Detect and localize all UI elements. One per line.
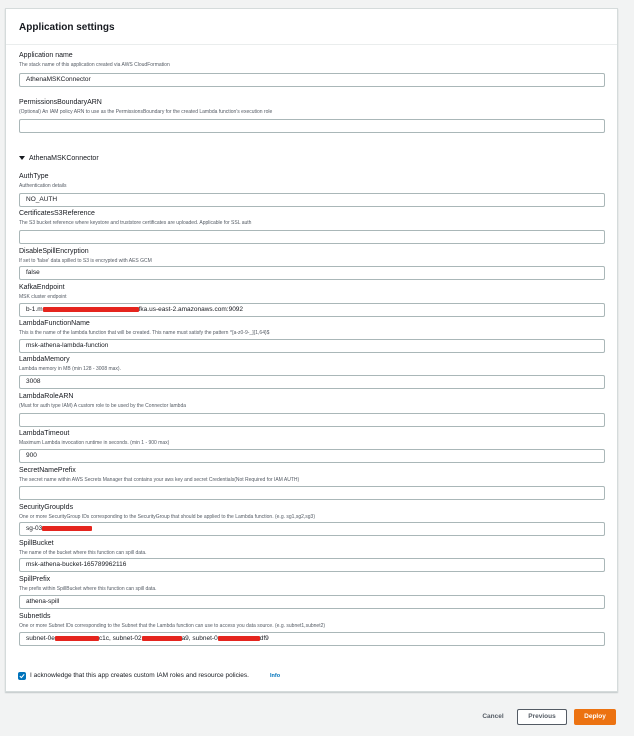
auth-type-label: AuthType — [19, 173, 49, 180]
panel-header: Application settings — [6, 9, 617, 45]
previous-button[interactable]: Previous — [517, 709, 567, 725]
lambda-memory-label: LambdaMemory — [19, 356, 70, 363]
redaction-mark — [141, 635, 182, 641]
lambda-memory-description: Lambda memory in MB (min 128 - 3008 max)… — [19, 366, 121, 372]
redaction-mark — [217, 635, 260, 641]
permissions-boundary-input[interactable] — [19, 119, 605, 133]
kafka-endpoint-label: KafkaEndpoint — [19, 284, 65, 291]
subnet-ids-input[interactable]: subnet-0e c1c, subnet-02 a9, subnet-0 df9 — [19, 632, 605, 646]
secret-name-prefix-label: SecretNamePrefix — [19, 467, 76, 474]
app-name-input[interactable]: AthenaMSKConnector — [19, 73, 605, 87]
spill-prefix-description: The prefix within SpillBucket where this… — [19, 586, 157, 592]
kafka-endpoint-value-prefix: b-1.m — [26, 306, 43, 313]
spill-prefix-input[interactable]: athena-spill — [19, 595, 605, 609]
redaction-mark — [42, 306, 139, 312]
kafka-endpoint-input[interactable]: b-1.m fka.us-east-2.amazonaws.com:9092 — [19, 303, 605, 317]
security-group-ids-input[interactable]: sg-03 — [19, 522, 605, 536]
lambda-timeout-description: Maximum Lambda invocation runtime in sec… — [19, 440, 170, 446]
deploy-button[interactable]: Deploy — [574, 709, 616, 725]
disable-spill-label: DisableSpillEncryption — [19, 248, 89, 255]
lambda-role-arn-input[interactable] — [19, 413, 605, 427]
check-icon — [19, 673, 25, 679]
disable-spill-input[interactable]: false — [19, 266, 605, 280]
certificates-description: The S3 bucket reference where keystore a… — [19, 220, 252, 226]
kafka-endpoint-description: MSK cluster endpoint — [19, 294, 67, 300]
auth-type-input[interactable]: NO_AUTH — [19, 193, 605, 207]
lambda-timeout-label: LambdaTimeout — [19, 430, 70, 437]
lambda-function-name-input[interactable]: msk-athena-lambda-function — [19, 339, 605, 353]
subnet-ids-description: One or more Subnet IDs corresponding to … — [19, 623, 326, 629]
lambda-role-arn-label: LambdaRoleARN — [19, 393, 74, 400]
subnet-ids-label: SubnetIds — [19, 613, 51, 620]
security-group-ids-description: One or more SecurityGroup IDs correspond… — [19, 514, 316, 520]
kafka-endpoint-value-suffix: fka.us-east-2.amazonaws.com:9092 — [138, 306, 244, 313]
acknowledge-checkbox[interactable] — [18, 672, 26, 680]
acknowledge-text: I acknowledge that this app creates cust… — [30, 672, 249, 679]
app-name-description: The stack name of this application creat… — [19, 62, 170, 68]
security-group-ids-value: sg-03 — [26, 525, 43, 532]
lambda-role-arn-description: (Must for auth type IAM) A custom role t… — [19, 403, 187, 409]
lambda-function-name-label: LambdaFunctionName — [19, 320, 90, 327]
lambda-timeout-input[interactable]: 900 — [19, 449, 605, 463]
lambda-memory-input[interactable]: 3008 — [19, 375, 605, 389]
redaction-mark — [42, 525, 93, 531]
security-group-ids-label: SecurityGroupIds — [19, 504, 74, 511]
spill-bucket-label: SpillBucket — [19, 540, 54, 547]
secret-name-prefix-description: The secret name within AWS Secrets Manag… — [19, 477, 300, 483]
redaction-mark — [54, 635, 99, 641]
disable-spill-description: If set to 'false' data spilled to S3 is … — [19, 258, 152, 264]
lambda-function-name-description: This is the name of the lambda function … — [19, 330, 270, 336]
subnet-ids-value-part-1: subnet-0e — [26, 635, 55, 642]
connector-section-title: AthenaMSKConnector — [29, 155, 99, 162]
subnet-ids-value-part-3: a9, subnet-0 — [181, 635, 218, 642]
spill-bucket-description: The name of the bucket where this functi… — [19, 550, 147, 556]
cancel-button[interactable]: Cancel — [476, 709, 510, 725]
app-name-label: Application name — [19, 52, 73, 59]
permissions-boundary-description: (Optional) An IAM policy ARN to use as t… — [19, 109, 273, 115]
spill-prefix-label: SpillPrefix — [19, 576, 51, 583]
secret-name-prefix-input[interactable] — [19, 486, 605, 500]
spill-bucket-input[interactable]: msk-athena-bucket-165789962116 — [19, 558, 605, 572]
permissions-boundary-label: PermissionsBoundaryARN — [19, 99, 102, 106]
auth-type-description: Authentication details — [19, 183, 67, 189]
connector-section-toggle[interactable]: AthenaMSKConnector — [19, 155, 99, 162]
panel-title: Application settings — [19, 22, 115, 33]
certificates-input[interactable] — [19, 230, 605, 244]
subnet-ids-value-part-4: df9 — [259, 635, 269, 642]
subnet-ids-value-part-2: c1c, subnet-02 — [98, 635, 142, 642]
caret-down-icon — [19, 156, 25, 161]
info-link[interactable]: Info — [270, 673, 280, 679]
certificates-label: CertificatesS3Reference — [19, 210, 95, 217]
